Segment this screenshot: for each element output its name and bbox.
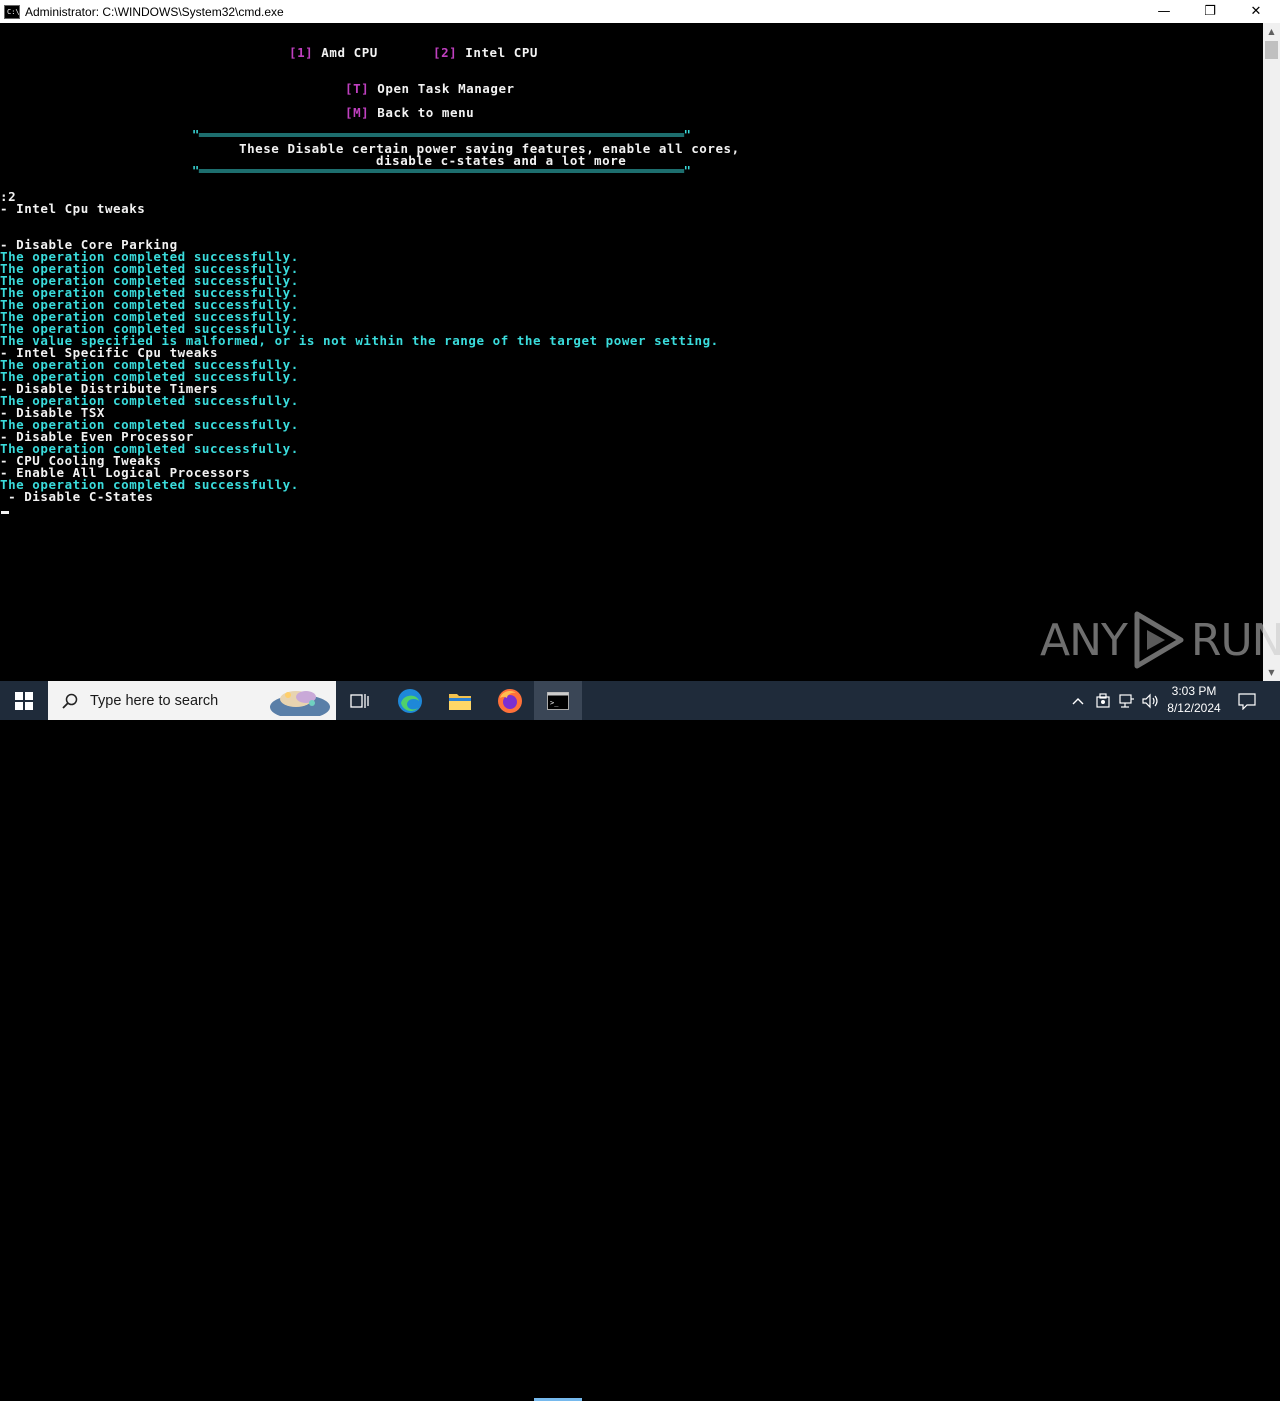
info-box-top-border: "═══════════════════════════════════════… <box>192 128 691 142</box>
clock-date: 8/12/2024 <box>1167 701 1221 715</box>
search-icon <box>62 693 78 709</box>
taskbar: Type here to search >_ 3:03 PM 8/12/2024 <box>0 681 1280 1401</box>
menu-option-amd: [1] Amd CPU <box>289 45 378 60</box>
watermark-text-right: RUN <box>1190 614 1280 666</box>
restore-button[interactable]: ❐ <box>1187 0 1233 23</box>
firefox-icon[interactable] <box>486 681 534 720</box>
menu-option-task-manager: [T] Open Task Manager <box>345 81 515 96</box>
task-view-icon[interactable] <box>336 681 384 720</box>
minimize-button[interactable]: — <box>1141 0 1187 23</box>
notification-icon[interactable] <box>1232 681 1262 720</box>
menu-option-intel: [2] Intel CPU <box>433 45 538 60</box>
meet-now-icon[interactable] <box>1091 681 1115 720</box>
edge-icon[interactable] <box>386 681 434 720</box>
watermark-text-left: ANY <box>1040 614 1128 666</box>
close-button[interactable]: ✕ <box>1233 0 1279 23</box>
scroll-up-arrow-icon[interactable]: ▲ <box>1263 23 1280 40</box>
windows-start-icon[interactable] <box>0 681 48 720</box>
chevron-up-icon[interactable] <box>1066 681 1090 720</box>
scrollbar-thumb[interactable] <box>1265 41 1278 59</box>
cmd-taskbar-icon[interactable]: >_ <box>534 681 582 720</box>
window-title: Administrator: C:\WINDOWS\System32\cmd.e… <box>25 4 284 19</box>
anyrun-watermark: ANY RUN <box>1040 610 1280 670</box>
text-cursor <box>1 511 9 514</box>
vertical-scrollbar[interactable]: ▲ ▼ <box>1263 23 1280 681</box>
window-titlebar[interactable]: C:\ Administrator: C:\WINDOWS\System32\c… <box>0 0 1280 23</box>
search-highlight-art-icon <box>270 691 330 716</box>
play-logo-icon <box>1134 611 1184 669</box>
system-clock[interactable]: 3:03 PM 8/12/2024 <box>1160 683 1228 718</box>
info-box-bottom-border: "═══════════════════════════════════════… <box>192 164 691 178</box>
menu-option-back: [M] Back to menu <box>345 105 475 120</box>
taskbar-search-box[interactable]: Type here to search <box>48 681 336 720</box>
file-explorer-icon[interactable] <box>436 681 484 720</box>
network-icon[interactable] <box>1115 681 1139 720</box>
console-output-area[interactable]: [1] Amd CPU [2] Intel CPU [T] Open Task … <box>0 23 1263 681</box>
console-output-line: - Disable C-States <box>0 489 154 504</box>
cmd-window-icon[interactable]: C:\ <box>4 4 20 19</box>
clock-time: 3:03 PM <box>1171 684 1217 698</box>
console-output-line: - Intel Cpu tweaks <box>0 201 146 216</box>
search-placeholder: Type here to search <box>90 692 219 709</box>
svg-text:>_: >_ <box>550 699 559 707</box>
